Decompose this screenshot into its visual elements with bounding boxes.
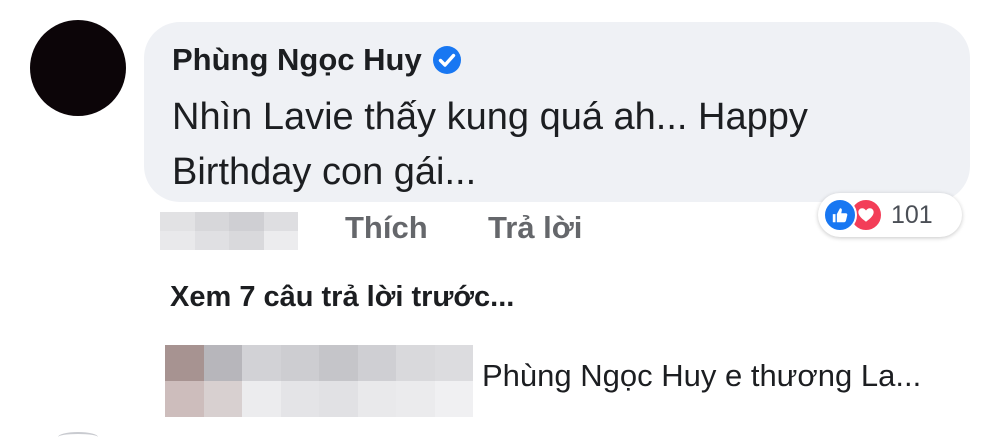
comment-author-name[interactable]: Phùng Ngọc Huy: [172, 42, 422, 78]
like-button[interactable]: Thích: [345, 210, 428, 246]
comment-author-row: Phùng Ngọc Huy: [172, 42, 462, 78]
like-icon: [823, 198, 857, 232]
comment-thread: Phùng Ngọc Huy Nhìn Lavie thấy kung quá …: [0, 0, 1000, 437]
view-previous-replies-link[interactable]: Xem 7 câu trả lời trước...: [170, 281, 514, 314]
reply-button[interactable]: Trả lời: [488, 210, 582, 246]
next-avatar: [58, 432, 98, 437]
timestamp-redacted: [160, 212, 298, 250]
author-avatar[interactable]: [30, 20, 126, 116]
comment-text: Nhìn Lavie thấy kung quá ah... Happy Bir…: [172, 96, 808, 193]
comment-bubble: Phùng Ngọc Huy Nhìn Lavie thấy kung quá …: [144, 22, 970, 202]
reply-preview-text[interactable]: Phùng Ngọc Huy e thương La...: [482, 358, 921, 394]
verified-badge-icon: [432, 46, 461, 74]
reaction-count: 101: [891, 200, 933, 229]
reaction-summary[interactable]: 101: [818, 193, 962, 237]
reply-author-redacted: [165, 345, 473, 417]
